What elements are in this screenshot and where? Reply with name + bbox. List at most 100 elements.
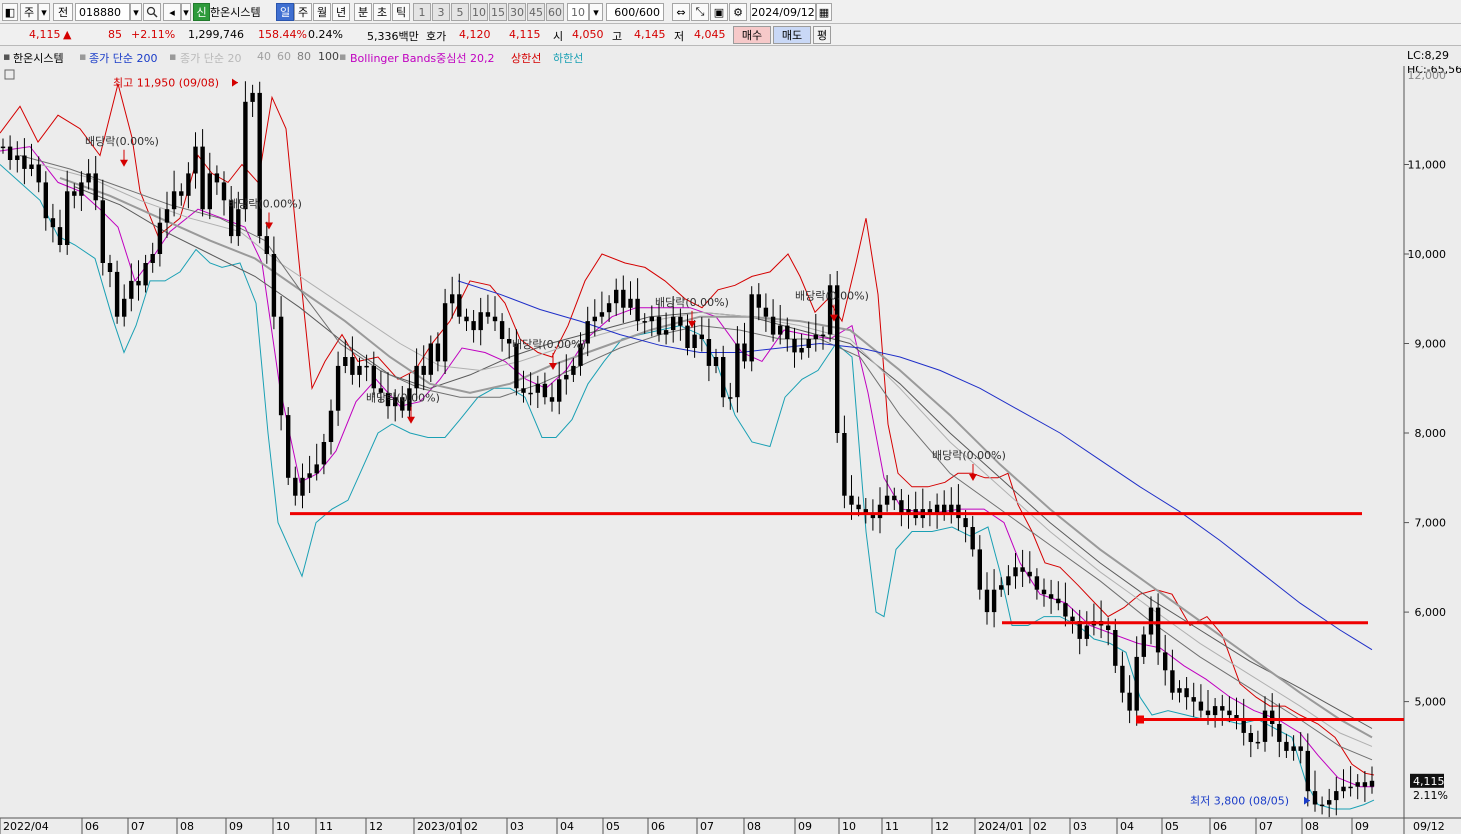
period-tab-label: 일 xyxy=(279,6,291,19)
price-chart[interactable]: HC:-65,56 최고 11,950 (09/08)배당락(0.00%)배당락… xyxy=(0,66,1461,834)
x-tick-label: 10 xyxy=(276,820,290,833)
legend-ma200[interactable]: 종가 단순 200 xyxy=(89,50,157,66)
candle-body xyxy=(136,280,141,286)
candle-body xyxy=(293,477,298,496)
buy-button[interactable]: 매수 xyxy=(733,26,771,44)
candle-body xyxy=(806,339,811,348)
candle-body xyxy=(186,173,191,196)
current-price-label: 4,115 xyxy=(1413,775,1445,788)
prev-button[interactable]: 전 xyxy=(53,3,73,21)
candle-body xyxy=(214,173,220,183)
interval-dropdown-icon[interactable]: ▾ xyxy=(589,3,603,21)
period-tab-week[interactable]: 주 xyxy=(294,3,312,21)
period-tab-second[interactable]: 초 xyxy=(373,3,391,21)
legend-bollinger-mid[interactable]: Bollinger Bands중심선 20,2 xyxy=(350,50,495,66)
count-input[interactable]: 600/600 xyxy=(606,3,664,21)
annotation-label: 배당락(0.00%) xyxy=(655,296,729,309)
trade-amount: 5,336백만 xyxy=(367,30,419,43)
candle-body xyxy=(1048,594,1054,599)
x-tick-label: 04 xyxy=(560,820,574,833)
legend-ma40[interactable]: 40 xyxy=(257,50,271,63)
eval-button[interactable]: 평 xyxy=(813,26,831,44)
x-tick-label: 03 xyxy=(1073,820,1087,833)
code-dropdown-icon[interactable]: ▾ xyxy=(130,3,142,21)
interval-15[interactable]: 15 xyxy=(489,3,507,21)
annotation-label: 최저 3,800 (08/05) xyxy=(1190,795,1289,808)
period-tab-label: 년 xyxy=(335,6,347,19)
candle-body xyxy=(1355,782,1360,787)
candle-body xyxy=(1191,697,1196,702)
period-tab-minute[interactable]: 분 xyxy=(354,3,372,21)
candle-body xyxy=(649,316,654,322)
credit-badge: 신 xyxy=(193,3,210,21)
candle-body xyxy=(79,182,84,196)
legend-ma60[interactable]: 60 xyxy=(277,50,291,63)
interval-5[interactable]: 5 xyxy=(451,3,469,21)
candle-body xyxy=(856,504,861,510)
candle-body xyxy=(364,365,369,368)
candle-body xyxy=(157,222,163,254)
interval-10[interactable]: 10 xyxy=(470,3,488,21)
period-tab-day[interactable]: 일 xyxy=(276,3,294,21)
legend-ma20[interactable]: 종가 단순 20 xyxy=(180,50,241,66)
code-input[interactable]: 018880 xyxy=(75,3,130,21)
candle-body xyxy=(250,92,255,102)
legend-bollinger-lower[interactable]: 하한선 xyxy=(553,50,583,66)
candle-body xyxy=(1063,603,1068,617)
zoom-icon[interactable]: ⤡ xyxy=(691,3,709,21)
interval-3[interactable]: 3 xyxy=(432,3,450,21)
x-tick-label: 04 xyxy=(1120,820,1134,833)
window-menu-icon[interactable]: ◧ xyxy=(2,3,18,21)
candle-body xyxy=(721,357,726,398)
candle-body xyxy=(1334,791,1339,801)
x-tick-label: 07 xyxy=(700,820,714,833)
legend-ma100[interactable]: 100 xyxy=(318,50,339,63)
save-icon[interactable]: ▣ xyxy=(710,3,728,21)
gear-icon[interactable]: ⚙ xyxy=(729,3,747,21)
interval-1[interactable]: 1 xyxy=(413,3,431,21)
interval-input[interactable]: 10 xyxy=(567,3,589,21)
candle-body xyxy=(1141,634,1146,657)
legend-stock-name[interactable]: 한온시스템 xyxy=(13,50,64,66)
candle-body xyxy=(15,155,20,160)
candle-body xyxy=(150,254,155,263)
interval-30[interactable]: 30 xyxy=(508,3,526,21)
candle-body xyxy=(842,433,847,496)
candle-body xyxy=(207,173,212,210)
interval-45[interactable]: 45 xyxy=(527,3,545,21)
candle-body xyxy=(107,263,113,272)
candle-body xyxy=(884,495,890,505)
candle-body xyxy=(606,303,612,313)
current-price: 4,115 xyxy=(29,28,61,41)
candle-body xyxy=(122,298,127,317)
period-tab-tick[interactable]: 틱 xyxy=(392,3,410,21)
candle-body xyxy=(1006,576,1011,586)
candle-body xyxy=(628,298,633,308)
candle-body xyxy=(1027,571,1032,577)
candle-body xyxy=(414,365,419,389)
legend-bollinger-upper[interactable]: 상한선 xyxy=(511,50,541,66)
period-select[interactable]: 주 xyxy=(20,3,38,21)
speaker-icon[interactable]: ◂ xyxy=(163,3,181,21)
calendar-icon[interactable]: ▦ xyxy=(816,3,832,21)
candle-body xyxy=(756,294,761,308)
legend-ma80[interactable]: 80 xyxy=(297,50,311,63)
search-icon[interactable] xyxy=(143,3,161,21)
candle-body xyxy=(457,294,462,317)
speaker-dropdown-icon[interactable]: ▾ xyxy=(181,3,191,21)
open-price: 4,050 xyxy=(572,28,604,41)
period-tab-year[interactable]: 년 xyxy=(332,3,350,21)
candle-body xyxy=(1170,670,1175,693)
eval-label: 평 xyxy=(816,29,828,42)
candle-body xyxy=(50,218,56,228)
annotation-label: 배당락(0.00%) xyxy=(228,197,302,210)
chevron-down-icon[interactable]: ▾ xyxy=(38,3,50,21)
interval-60[interactable]: 60 xyxy=(546,3,564,21)
period-tab-month[interactable]: 월 xyxy=(313,3,331,21)
candle-body xyxy=(36,164,41,183)
scroll-icon[interactable]: ⇔ xyxy=(672,3,690,21)
current-change-label: 2.11% xyxy=(1413,789,1448,802)
date-input[interactable]: 2024/09/12 xyxy=(750,3,816,21)
interval-label: 1 xyxy=(418,5,426,19)
sell-button[interactable]: 매도 xyxy=(773,26,811,44)
